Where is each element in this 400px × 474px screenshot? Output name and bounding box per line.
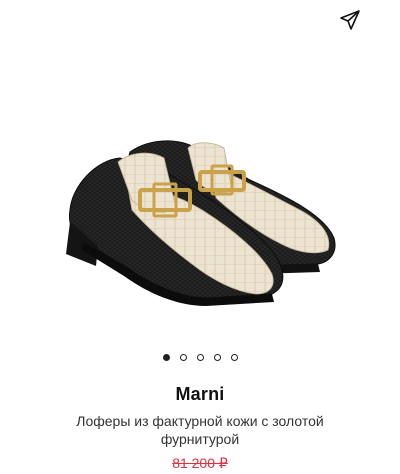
gallery-dot-4[interactable] — [213, 354, 221, 361]
gallery-pagination — [0, 354, 400, 361]
gallery-dot-5[interactable] — [230, 354, 238, 361]
share-button[interactable] — [336, 6, 364, 34]
product-gallery[interactable] — [0, 40, 400, 340]
gallery-dot-3[interactable] — [196, 354, 204, 361]
brand-name[interactable]: Marni — [0, 384, 400, 405]
product-image — [66, 140, 336, 306]
gallery-dot-2[interactable] — [179, 354, 187, 361]
old-price: 81 200 ₽ — [172, 455, 228, 471]
share-icon — [340, 10, 360, 30]
gallery-dot-1[interactable] — [162, 354, 170, 361]
product-title: Лоферы из фактурной кожи с золотой фурни… — [76, 413, 324, 447]
